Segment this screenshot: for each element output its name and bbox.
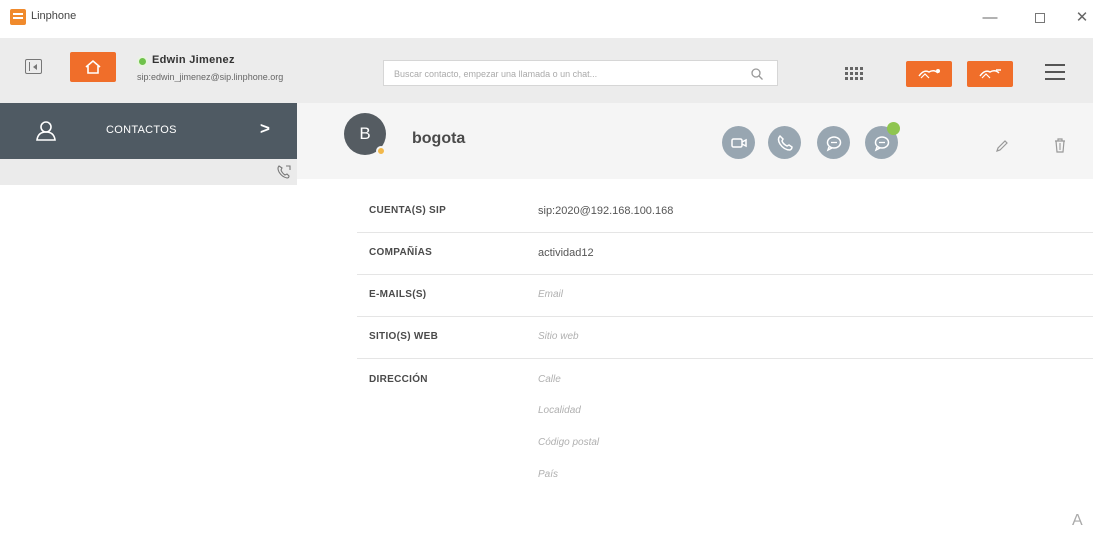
hamburger-menu-icon[interactable] <box>1045 64 1065 80</box>
toolbar: Edwin Jimenez sip:edwin_jimenez@sip.linp… <box>0 38 1093 103</box>
sidebar-item-label: CONTACTOS <box>106 124 177 136</box>
companies-label: COMPAÑÍAS <box>369 247 433 258</box>
dialpad-icon[interactable] <box>843 62 865 84</box>
websites-label: SITIO(S) WEB <box>369 331 439 342</box>
person-icon <box>36 121 56 141</box>
secure-chat-bubble-icon <box>874 135 889 151</box>
emails-row: E-MAILS(S) Email <box>357 275 1093 317</box>
collapse-sidebar-icon[interactable] <box>25 59 42 74</box>
sidebar: CONTACTOS > <box>0 103 297 535</box>
email-field[interactable]: Email <box>538 289 563 300</box>
call-history-icon[interactable] <box>276 164 292 180</box>
video-call-button[interactable] <box>722 126 755 159</box>
conference-icon <box>918 69 940 79</box>
chat-bubble-icon <box>826 135 841 151</box>
website-field[interactable]: Sitio web <box>538 331 579 342</box>
maximize-icon[interactable] <box>1028 8 1052 28</box>
websites-row: SITIO(S) WEB Sitio web <box>357 317 1093 359</box>
new-conference-button[interactable] <box>906 61 952 87</box>
presence-status-icon[interactable] <box>137 56 148 67</box>
sidebar-call-history-row <box>0 159 297 185</box>
street-field[interactable]: Calle <box>538 374 561 385</box>
search-bar[interactable] <box>383 60 778 86</box>
contact-details: CUENTA(S) SIP sip:2020@192.168.100.168 C… <box>297 179 1093 535</box>
app-title: Linphone <box>31 10 77 22</box>
encryption-badge-icon <box>887 122 900 135</box>
address-label: DIRECCIÓN <box>369 374 428 385</box>
account-sip-address[interactable]: sip:edwin_jimenez@sip.linphone.org <box>137 72 357 82</box>
companies-row: COMPAÑÍAS actividad12 <box>357 233 1093 275</box>
contact-name: bogota <box>412 130 466 147</box>
chevron-right-icon: > <box>260 119 270 138</box>
home-icon <box>85 59 101 74</box>
contact-status-icon <box>376 146 386 156</box>
search-input[interactable] <box>394 66 739 82</box>
title-bar: Linphone — ✕ <box>0 0 1093 38</box>
sip-accounts-value[interactable]: sip:2020@192.168.100.168 <box>538 205 673 217</box>
country-field[interactable]: País <box>538 469 558 480</box>
pencil-icon[interactable] <box>994 138 1010 154</box>
locality-field[interactable]: Localidad <box>538 405 581 416</box>
phone-icon <box>777 134 793 151</box>
address-row: DIRECCIÓN Calle Localidad Código postal … <box>357 359 1093 509</box>
group-call-icon <box>979 69 1001 79</box>
video-camera-icon <box>730 137 747 148</box>
audio-call-button[interactable] <box>768 126 801 159</box>
search-icon[interactable] <box>750 67 764 81</box>
trash-icon[interactable] <box>1051 136 1069 154</box>
chat-button[interactable] <box>817 126 850 159</box>
close-icon[interactable]: ✕ <box>1070 8 1093 28</box>
companies-value[interactable]: actividad12 <box>538 247 594 259</box>
linphone-logo-icon <box>10 9 26 25</box>
contact-header: B bogota <box>297 103 1093 179</box>
postal-code-field[interactable]: Código postal <box>538 437 599 448</box>
home-button[interactable] <box>70 52 116 82</box>
sidebar-item-contacts[interactable]: CONTACTOS > <box>0 103 297 159</box>
sip-accounts-label: CUENTA(S) SIP <box>369 205 447 216</box>
account-name[interactable]: Edwin Jimenez <box>152 54 235 66</box>
minimize-icon[interactable]: — <box>978 8 1002 28</box>
group-chat-button[interactable] <box>967 61 1013 87</box>
watermark-fragment: A <box>1072 512 1083 529</box>
emails-label: E-MAILS(S) <box>369 289 427 300</box>
sip-accounts-row: CUENTA(S) SIP sip:2020@192.168.100.168 <box>357 191 1093 233</box>
